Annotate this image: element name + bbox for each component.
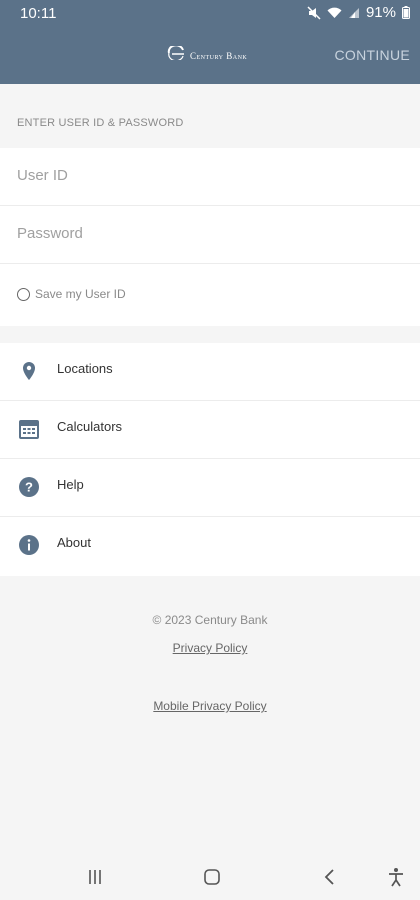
user-id-placeholder: User ID: [17, 167, 68, 184]
login-section-header: ENTER USER ID & PASSWORD: [17, 117, 184, 129]
save-user-id-radio[interactable]: [17, 288, 30, 301]
system-nav-bar: [0, 852, 420, 900]
location-pin-icon: [18, 360, 40, 382]
menu-item-locations[interactable]: Locations: [0, 343, 420, 401]
menu-item-label: About: [57, 535, 91, 550]
menu-item-label: Help: [57, 477, 84, 492]
recent-apps-icon: [89, 870, 101, 884]
century-bank-logo: Century Bank: [166, 44, 248, 65]
save-user-id-label: Save my User ID: [35, 287, 126, 301]
menu-item-label: Calculators: [57, 419, 123, 434]
calculator-icon: [18, 418, 40, 440]
wifi-icon: [327, 7, 342, 19]
accessibility-icon: [389, 868, 403, 887]
menu-card: Locations Calculators ? Help About: [0, 343, 420, 576]
info-icon: [18, 534, 40, 556]
copyright-text: © 2023 Century Bank: [152, 613, 268, 627]
mobile-privacy-policy-link[interactable]: Mobile Privacy Policy: [0, 699, 420, 713]
mute-icon: [307, 5, 321, 20]
login-card: User ID Password Save my User ID: [0, 148, 420, 326]
home-icon: [204, 869, 220, 885]
menu-item-calculators[interactable]: Calculators: [0, 401, 420, 459]
status-time: 10:11: [20, 5, 57, 22]
password-field[interactable]: Password: [0, 206, 420, 264]
home-button[interactable]: [199, 864, 225, 890]
logo-text: Century Bank: [190, 50, 248, 61]
back-icon: [324, 869, 334, 885]
app-bar: Century Bank CONTINUE: [0, 28, 420, 84]
menu-item-label: Locations: [57, 361, 113, 376]
status-icons: 91%: [307, 4, 410, 21]
help-icon: ?: [18, 476, 40, 498]
logo-swoosh-icon: [166, 44, 186, 65]
menu-item-help[interactable]: ? Help: [0, 459, 420, 517]
menu-item-about[interactable]: About: [0, 517, 420, 575]
accessibility-button[interactable]: [383, 864, 409, 890]
battery-icon: [402, 6, 410, 19]
continue-button[interactable]: CONTINUE: [334, 47, 410, 63]
recent-apps-button[interactable]: [82, 864, 108, 890]
save-user-id-row[interactable]: Save my User ID: [0, 264, 420, 326]
battery-text: 91%: [365, 4, 396, 21]
signal-icon: [348, 7, 360, 19]
password-placeholder: Password: [17, 225, 83, 242]
user-id-field[interactable]: User ID: [0, 148, 420, 206]
back-button[interactable]: [317, 864, 343, 890]
svg-text:?: ?: [25, 480, 33, 495]
privacy-policy-link[interactable]: Privacy Policy: [0, 641, 420, 655]
status-bar: 10:11 91%: [0, 0, 420, 28]
